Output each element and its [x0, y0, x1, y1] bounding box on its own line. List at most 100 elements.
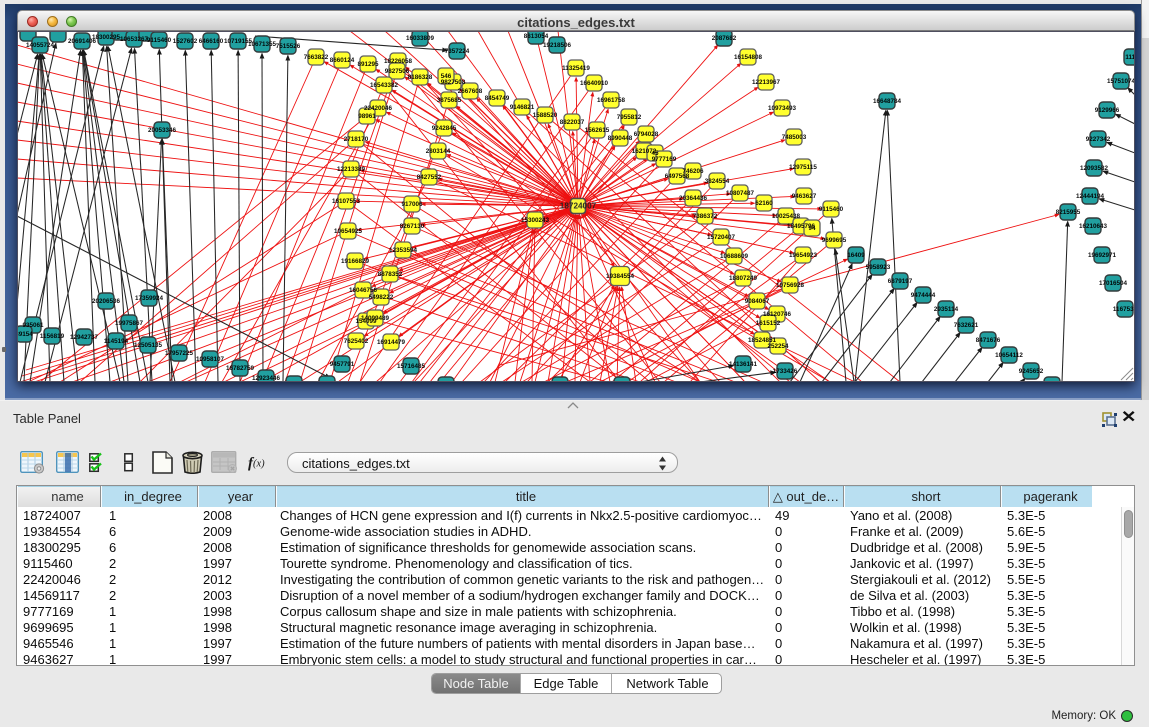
svg-text:9115460: 9115460 [147, 37, 172, 44]
svg-text:1167533: 1167533 [1113, 306, 1135, 313]
svg-text:15751074: 15751074 [1107, 78, 1135, 85]
svg-text:10671355: 10671355 [248, 41, 277, 48]
svg-text:6466160: 6466160 [199, 38, 224, 45]
svg-text:8990448: 8990448 [608, 135, 633, 142]
svg-text:16107553: 16107553 [332, 198, 361, 205]
svg-text:8822037: 8822037 [560, 119, 585, 126]
svg-text:8215955: 8215955 [1056, 209, 1081, 216]
svg-text:20364436: 20364436 [679, 195, 708, 202]
svg-text:9242845: 9242845 [432, 125, 457, 132]
svg-text:2087682: 2087682 [712, 35, 737, 42]
svg-text:20206536: 20206536 [92, 298, 121, 305]
svg-text:62160: 62160 [755, 200, 773, 207]
svg-text:3875685: 3875685 [437, 97, 462, 104]
svg-text:15720407: 15720407 [707, 234, 736, 241]
svg-text:98961: 98961 [358, 113, 376, 120]
svg-text:18724007: 18724007 [560, 202, 597, 211]
svg-text:9227342: 9227342 [1086, 136, 1111, 143]
svg-text:16033809: 16033809 [406, 35, 435, 42]
svg-text:9146821: 9146821 [510, 104, 535, 111]
svg-text:39154: 39154 [17, 331, 33, 338]
svg-text:12213389: 12213389 [337, 166, 366, 173]
svg-text:1156819: 1156819 [40, 333, 65, 340]
svg-text:12975115: 12975115 [789, 164, 817, 171]
svg-text:18300295: 18300295 [92, 34, 121, 41]
svg-text:9827508: 9827508 [441, 79, 466, 86]
svg-text:891295: 891295 [357, 61, 379, 68]
svg-text:2718170: 2718170 [344, 136, 369, 143]
svg-text:19166829: 19166829 [341, 258, 370, 265]
svg-text:8471676: 8471676 [976, 337, 1001, 344]
svg-text:11325419: 11325419 [562, 65, 590, 72]
svg-text:10958107: 10958107 [196, 356, 225, 363]
svg-text:15300243: 15300243 [521, 217, 550, 224]
svg-text:12505135: 12505135 [134, 342, 163, 349]
svg-text:9474444: 9474444 [911, 292, 936, 299]
svg-text:17016504: 17016504 [1099, 280, 1128, 287]
svg-text:8878352: 8878352 [378, 271, 403, 278]
svg-text:22420046: 22420046 [364, 105, 393, 112]
svg-text:9463627: 9463627 [792, 193, 817, 200]
svg-text:1588520: 1588520 [533, 112, 558, 119]
svg-text:9084067: 9084067 [745, 298, 770, 305]
svg-text:18807249: 18807249 [729, 275, 758, 282]
svg-text:1527602: 1527602 [173, 38, 198, 45]
svg-text:20053346: 20053346 [148, 127, 177, 134]
svg-text:917006: 917006 [401, 201, 423, 208]
svg-text:7625402: 7625402 [344, 338, 369, 345]
svg-text:17957225: 17957225 [165, 350, 194, 357]
svg-text:5498222: 5498222 [369, 294, 394, 301]
svg-text:7515526: 7515526 [276, 43, 301, 50]
svg-text:19692971: 19692971 [1088, 252, 1117, 259]
svg-text:7663822: 7663822 [304, 54, 329, 61]
svg-text:10756928: 10756928 [776, 282, 805, 289]
svg-text:16154808: 16154808 [734, 54, 763, 61]
svg-text:10973493: 10973493 [768, 105, 797, 112]
svg-text:7357224: 7357224 [445, 48, 470, 55]
svg-text:1733426: 1733426 [773, 368, 798, 375]
svg-text:10025438: 10025438 [772, 213, 801, 220]
svg-text:19218506: 19218506 [543, 42, 572, 49]
svg-text:1117: 1117 [1125, 54, 1135, 61]
svg-text:8813054: 8813054 [524, 33, 549, 40]
svg-text:7955812: 7955812 [617, 114, 642, 121]
svg-text:8660124: 8660124 [330, 57, 355, 64]
svg-text:16409: 16409 [847, 252, 865, 259]
svg-text:14136141: 14136141 [729, 361, 758, 368]
svg-text:19384554: 19384554 [606, 273, 635, 280]
svg-text:94: 94 [808, 225, 816, 232]
svg-text:2935114: 2935114 [934, 306, 959, 313]
svg-text:19975867: 19975867 [115, 320, 144, 327]
svg-text:252254: 252254 [767, 343, 789, 350]
svg-text:12444194: 12444194 [1076, 193, 1105, 200]
svg-text:12942737: 12942737 [70, 334, 99, 341]
svg-text:18226058: 18226058 [384, 58, 413, 65]
svg-text:546: 546 [441, 73, 452, 80]
svg-text:7485003: 7485003 [782, 134, 807, 141]
svg-text:8454749: 8454749 [485, 95, 510, 102]
svg-text:8427552: 8427552 [417, 174, 442, 181]
svg-text:16782759: 16782759 [226, 365, 255, 372]
svg-text:9827506: 9827506 [385, 68, 410, 75]
svg-text:1145194: 1145194 [104, 338, 129, 345]
svg-text:9129966: 9129966 [1095, 107, 1120, 114]
svg-text:12923446: 12923446 [252, 375, 281, 382]
svg-text:1562615: 1562615 [585, 127, 610, 134]
svg-text:2803144: 2803144 [426, 148, 451, 155]
svg-text:8267130: 8267130 [400, 223, 425, 230]
svg-text:1615152: 1615152 [756, 320, 781, 327]
svg-text:19654923: 19654923 [789, 252, 818, 259]
svg-text:12213967: 12213967 [752, 79, 781, 86]
svg-text:(x): (x) [253, 459, 265, 470]
svg-text:16046756: 16046756 [349, 287, 378, 294]
svg-text:2667608: 2667608 [458, 88, 483, 95]
svg-text:7386372: 7386372 [693, 213, 718, 220]
svg-text:5958923: 5958923 [866, 264, 891, 271]
svg-text:10653267: 10653267 [120, 36, 149, 43]
svg-text:10688609: 10688609 [720, 253, 749, 260]
svg-text:9115460: 9115460 [819, 206, 844, 213]
svg-text:17359924: 17359924 [135, 295, 164, 302]
svg-text:16961758: 16961758 [597, 97, 626, 104]
svg-text:12353594: 12353594 [389, 247, 418, 254]
svg-text:9699695: 9699695 [822, 237, 847, 244]
